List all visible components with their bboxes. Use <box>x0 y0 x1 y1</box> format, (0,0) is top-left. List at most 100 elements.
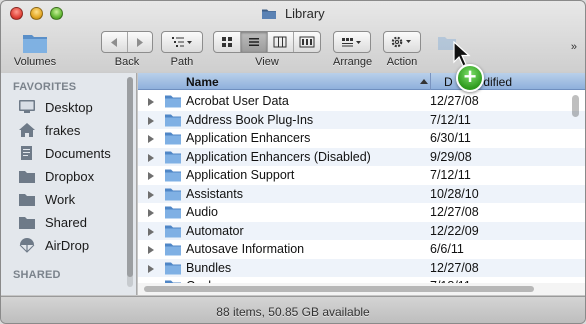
file-name: Acrobat User Data <box>186 94 289 108</box>
file-date-modified: 12/22/09 <box>430 223 479 238</box>
action-control: Action <box>383 27 421 71</box>
folder-icon <box>164 242 182 259</box>
sidebar-item-label: Desktop <box>45 99 93 115</box>
file-name: Application Enhancers (Disabled) <box>186 149 371 164</box>
file-name: Automator <box>186 223 244 238</box>
file-date-modified: 6/30/11 <box>430 131 471 145</box>
table-row[interactable]: Autosave Information 6/6/11 <box>138 240 585 259</box>
table-row[interactable]: Audio 12/27/08 <box>138 203 585 222</box>
sidebar-item-label: Dropbox <box>45 168 95 184</box>
disclosure-triangle-icon[interactable] <box>148 153 154 162</box>
column-divider[interactable] <box>430 73 431 90</box>
folder-icon <box>164 131 182 148</box>
file-name: Application Enhancers <box>186 131 311 145</box>
view-label: View <box>255 56 279 68</box>
sidebar-item-desktop[interactable]: Desktop <box>17 96 127 118</box>
back-label: Back <box>114 56 140 68</box>
shared-header: SHARED <box>13 269 61 281</box>
disclosure-triangle-icon[interactable] <box>148 227 154 236</box>
sidebar-item-shared[interactable]: Shared <box>17 211 127 233</box>
sidebar-item-label: Work <box>45 191 76 207</box>
disclosure-triangle-icon[interactable] <box>148 264 154 273</box>
name-column-header[interactable]: Name <box>186 75 219 89</box>
vertical-scroll-thumb[interactable] <box>572 95 579 117</box>
file-date-modified: 12/27/08 <box>430 94 479 108</box>
list-view-button[interactable] <box>240 32 268 52</box>
sidebar-item-frakes[interactable]: frakes <box>17 119 127 141</box>
favorites-header: FAVORITES <box>13 81 77 93</box>
folder-icon <box>17 213 37 231</box>
forward-button[interactable] <box>128 32 153 52</box>
arrange-label: Arrange <box>333 56 373 68</box>
desktop-icon <box>17 98 37 116</box>
volumes-icon <box>21 31 49 58</box>
disclosure-triangle-icon[interactable] <box>148 246 154 254</box>
sidebar-item-label: Documents <box>45 145 111 161</box>
forward-arrow-icon <box>137 37 144 47</box>
file-name: Address Book Plug-Ins <box>186 112 314 127</box>
home-icon <box>17 121 37 139</box>
list-icon <box>248 38 259 46</box>
back-arrow-icon <box>110 37 117 47</box>
folder-icon <box>164 168 182 185</box>
toolbar-overflow-icon[interactable]: » <box>571 41 577 53</box>
sidebar-item-work[interactable]: Work <box>17 188 127 210</box>
table-row[interactable]: Application Enhancers 6/30/11 <box>138 129 585 148</box>
sidebar-item-documents[interactable]: Documents <box>17 142 127 164</box>
file-date-modified: 6/6/11 <box>430 242 464 256</box>
table-row[interactable]: Application Support 7/12/11 <box>138 166 585 185</box>
horizontal-scroll-thumb[interactable] <box>144 286 534 292</box>
window-title: Library <box>284 6 325 21</box>
sidebar-scrollbar[interactable] <box>127 77 133 287</box>
folder-icon <box>164 261 182 278</box>
back-button[interactable] <box>102 32 128 52</box>
arrange-control: Arrange <box>333 27 373 71</box>
volumes-button[interactable]: Volumes <box>7 27 63 71</box>
sidebar-item-label: frakes <box>45 122 81 138</box>
sidebar-scroll-thumb[interactable] <box>127 77 133 277</box>
table-row[interactable]: Assistants 10/28/10 <box>138 184 585 203</box>
path-control: Path <box>161 27 203 71</box>
horizontal-scrollbar[interactable] <box>138 283 585 295</box>
title-bar: Library <box>1 1 585 27</box>
grid-icon <box>221 37 232 47</box>
disclosure-triangle-icon[interactable] <box>148 98 154 106</box>
disclosure-triangle-icon[interactable] <box>148 116 154 125</box>
file-name: Application Support <box>186 168 295 182</box>
icon-view-button[interactable] <box>214 32 241 52</box>
table-row[interactable]: Automator 12/22/09 <box>138 221 585 241</box>
sidebar-item-label: AirDrop <box>45 237 90 253</box>
file-date-modified: 9/29/08 <box>430 149 472 164</box>
folder-icon <box>164 224 182 241</box>
volumes-label: Volumes <box>13 56 57 68</box>
disclosure-triangle-icon[interactable] <box>148 135 154 143</box>
folder-icon <box>261 7 277 20</box>
column-view-button[interactable] <box>268 32 295 52</box>
folder-icon <box>164 205 182 222</box>
sidebar-item-dropbox[interactable]: Dropbox <box>17 165 127 187</box>
file-date-modified: 12/27/08 <box>430 205 479 219</box>
arrange-button[interactable] <box>334 32 370 52</box>
documents-icon <box>17 144 37 162</box>
table-row[interactable]: Acrobat User Data 12/27/08 <box>138 92 585 111</box>
sort-ascending-icon <box>420 79 428 84</box>
airdrop-icon <box>17 236 37 254</box>
table-row[interactable]: Bundles 12/27/08 <box>138 258 585 278</box>
path-button[interactable] <box>162 32 202 52</box>
gear-icon <box>391 36 411 48</box>
action-button[interactable] <box>384 32 420 52</box>
sidebar-item-airdrop[interactable]: AirDrop <box>17 234 127 256</box>
folder-icon <box>164 113 182 130</box>
disclosure-triangle-icon[interactable] <box>148 209 154 217</box>
date-header-visible-start: D <box>444 75 453 89</box>
disclosure-triangle-icon[interactable] <box>148 172 154 180</box>
folder-icon <box>17 167 37 185</box>
sidebar-item-label: Shared <box>45 214 87 230</box>
table-row[interactable]: Application Enhancers (Disabled) 9/29/08 <box>138 147 585 166</box>
table-row[interactable]: Address Book Plug-Ins 7/12/11 <box>138 110 585 130</box>
file-name: Audio <box>186 205 218 219</box>
disclosure-triangle-icon[interactable] <box>148 190 154 199</box>
action-label: Action <box>386 56 418 68</box>
window-title-wrap: Library <box>1 6 585 21</box>
coverflow-view-button[interactable] <box>294 32 320 52</box>
